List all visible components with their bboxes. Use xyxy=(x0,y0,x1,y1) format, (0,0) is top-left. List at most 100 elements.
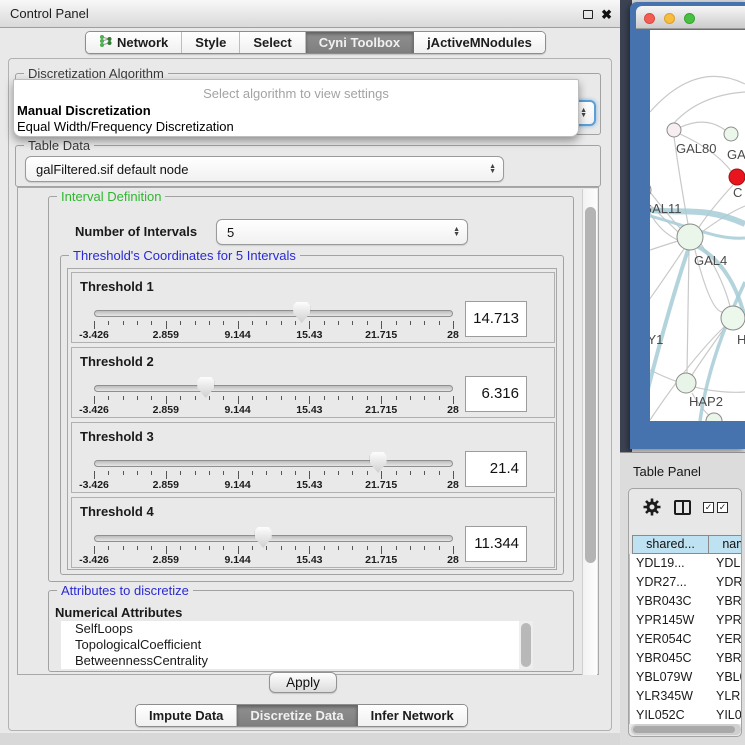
settings-vertical-scrollbar[interactable] xyxy=(582,189,597,675)
algorithm-placeholder: Select algorithm to view settings xyxy=(14,86,578,101)
cell-shared-name[interactable]: YPR145W xyxy=(636,611,694,630)
table-row[interactable]: YER054C YER0 xyxy=(630,630,742,649)
cell-name[interactable]: YER0 xyxy=(716,630,742,649)
table-row[interactable]: YDR27... YDR2 xyxy=(630,573,742,592)
settings-scroll-area: Interval Definition Number of Intervals … xyxy=(17,187,599,675)
threshold-value-field[interactable]: 14.713 xyxy=(465,301,527,337)
cell-shared-name[interactable]: YBR043C xyxy=(636,592,692,611)
slider-thumb[interactable] xyxy=(293,302,310,323)
slider-thumb[interactable] xyxy=(255,527,272,548)
table-row[interactable]: YPR145W YPR1 xyxy=(630,611,742,630)
slider-track[interactable] xyxy=(94,460,453,467)
tab-cyni-toolbox[interactable]: Cyni Toolbox xyxy=(306,32,414,53)
network-edge[interactable] xyxy=(692,326,726,375)
table-horizontal-scrollbar[interactable] xyxy=(631,724,741,735)
apply-button[interactable]: Apply xyxy=(269,672,337,693)
table-row[interactable]: YBR045C YBR0 xyxy=(630,649,742,668)
tick-mark xyxy=(295,471,296,475)
cell-name[interactable]: YPR1 xyxy=(716,611,742,630)
minimize-traffic-light-icon[interactable] xyxy=(664,13,675,24)
cell-name[interactable]: YDL1 xyxy=(716,554,742,573)
checkbox-icon[interactable]: ✓ xyxy=(717,502,728,513)
cell-name[interactable]: YBR0 xyxy=(716,592,742,611)
close-icon[interactable]: ✖ xyxy=(601,8,612,21)
tick-mark xyxy=(266,321,267,325)
network-node[interactable] xyxy=(667,123,681,137)
table-data-combobox[interactable]: galFiltered.sif default node ▲▼ xyxy=(25,156,504,182)
slider-track[interactable] xyxy=(94,310,453,317)
slider-track[interactable] xyxy=(94,385,453,392)
slider-track[interactable] xyxy=(94,535,453,542)
tab-select[interactable]: Select xyxy=(240,32,305,53)
table-row[interactable]: YLR345W YLR3 xyxy=(630,687,742,706)
scrollbar-thumb[interactable] xyxy=(585,207,596,563)
list-vertical-scrollbar[interactable] xyxy=(519,621,533,669)
cell-name[interactable]: YBL0 xyxy=(716,668,742,687)
tab-impute-data[interactable]: Impute Data xyxy=(136,705,237,726)
network-edge[interactable] xyxy=(687,250,689,373)
attribute-list-item[interactable]: TopologicalCoefficient xyxy=(61,637,533,653)
network-node[interactable] xyxy=(729,169,745,185)
cell-shared-name[interactable]: YDR27... xyxy=(636,573,687,592)
network-graph[interactable]: GAL80GACGAL11GAL4HGCY1HAP2 xyxy=(650,30,745,421)
threshold-value-field[interactable]: 6.316 xyxy=(465,376,527,412)
tick-mark xyxy=(151,321,152,325)
cell-name[interactable]: YIL0 xyxy=(716,706,742,724)
tick-mark xyxy=(137,321,138,325)
algorithm-option-manual[interactable]: Manual Discretization xyxy=(16,103,574,118)
column-header-name[interactable]: name xyxy=(708,535,742,554)
network-edge[interactable] xyxy=(674,92,745,123)
tab-network[interactable]: Network xyxy=(86,32,182,53)
scrollbar-thumb[interactable] xyxy=(521,623,531,667)
split-columns-icon[interactable] xyxy=(674,500,691,515)
cell-name[interactable]: YDR2 xyxy=(716,573,742,592)
network-node[interactable] xyxy=(724,127,738,141)
close-traffic-light-icon[interactable] xyxy=(644,13,655,24)
tab-infer-network[interactable]: Infer Network xyxy=(358,705,467,726)
numerical-attributes-list[interactable]: SelfLoopsTopologicalCoefficientBetweenne… xyxy=(61,621,533,669)
table-row[interactable]: YBL079W YBL0 xyxy=(630,668,742,687)
tab-style[interactable]: Style xyxy=(182,32,240,53)
attribute-list-item[interactable]: BetweennessCentrality xyxy=(61,653,533,669)
table-row[interactable]: YIL052C YIL0 xyxy=(630,706,742,724)
network-edge[interactable] xyxy=(681,122,725,130)
cell-shared-name[interactable]: YIL052C xyxy=(636,706,685,724)
network-edge[interactable] xyxy=(650,370,745,392)
cell-name[interactable]: YLR3 xyxy=(716,687,742,706)
number-of-intervals-combobox[interactable]: 5 ▲▼ xyxy=(216,219,468,245)
cell-shared-name[interactable]: YBR045C xyxy=(636,649,692,668)
tab-jactivemnodules[interactable]: jActiveMNodules xyxy=(414,32,545,53)
cell-name[interactable]: YBR0 xyxy=(716,649,742,668)
network-node[interactable] xyxy=(677,224,703,250)
cell-shared-name[interactable]: YLR345W xyxy=(636,687,693,706)
table-row[interactable]: YBR043C YBR0 xyxy=(630,592,742,611)
tab-discretize-data[interactable]: Discretize Data xyxy=(237,705,357,726)
tick-mark xyxy=(137,471,138,475)
float-window-icon[interactable] xyxy=(583,10,593,19)
scrollbar-thumb[interactable] xyxy=(633,726,735,733)
table-panel-title: Table Panel xyxy=(633,464,701,479)
zoom-traffic-light-icon[interactable] xyxy=(684,13,695,24)
cell-shared-name[interactable]: YDL19... xyxy=(636,554,685,573)
threshold-value-field[interactable]: 11.344 xyxy=(465,526,527,562)
network-window-titlebar[interactable] xyxy=(636,6,745,29)
tick-mark xyxy=(338,546,339,550)
table-row[interactable]: YDL19... YDL1 xyxy=(630,554,742,573)
checkbox-icon[interactable]: ✓ xyxy=(703,502,714,513)
network-edge[interactable] xyxy=(699,185,733,227)
algorithm-option-equal-width[interactable]: Equal Width/Frequency Discretization xyxy=(16,119,574,134)
network-node[interactable] xyxy=(650,182,651,198)
network-node[interactable] xyxy=(676,373,696,393)
column-header-shared[interactable]: shared... xyxy=(632,535,709,554)
slider-thumb[interactable] xyxy=(197,377,214,398)
threshold-label: Threshold 2 xyxy=(80,354,154,369)
cell-shared-name[interactable]: YER054C xyxy=(636,630,692,649)
slider-thumb[interactable] xyxy=(370,452,387,473)
network-edge[interactable] xyxy=(650,241,678,250)
network-node[interactable] xyxy=(721,306,745,330)
cell-shared-name[interactable]: YBL079W xyxy=(636,668,692,687)
threshold-value-field[interactable]: 21.4 xyxy=(465,451,527,487)
gear-icon[interactable] xyxy=(643,498,661,516)
attribute-list-item[interactable]: SelfLoops xyxy=(61,621,533,637)
network-canvas[interactable]: GAL80GACGAL11GAL4HGCY1HAP2 xyxy=(650,30,745,421)
